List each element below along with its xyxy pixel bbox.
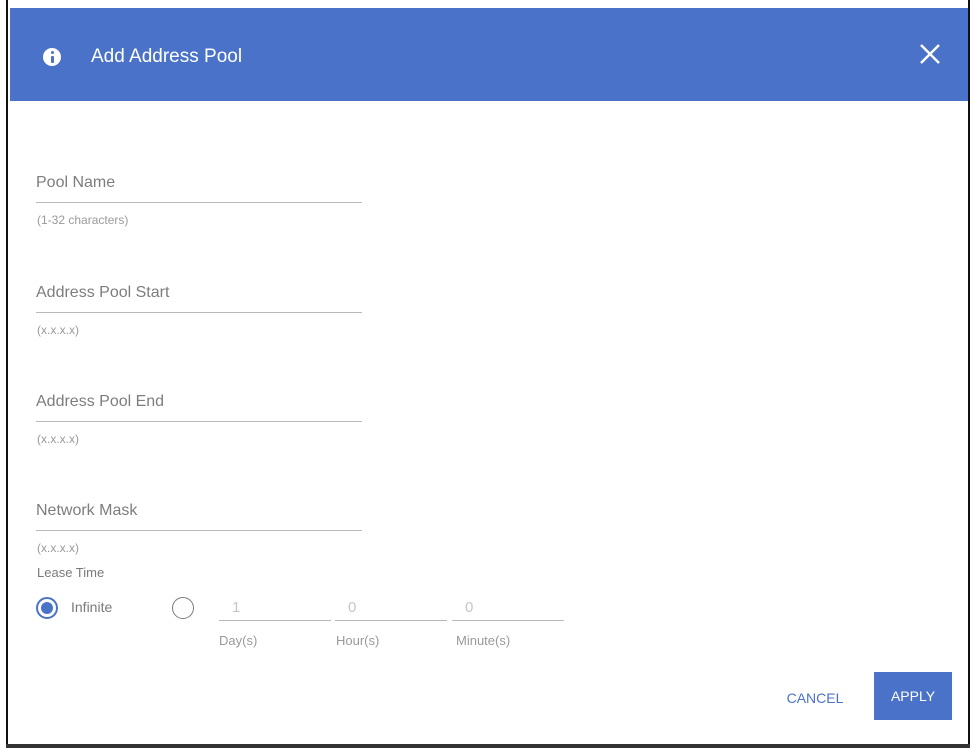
pool-name-hint: (1-32 characters) bbox=[37, 213, 129, 227]
lease-hours-input[interactable]: 0 bbox=[335, 596, 447, 621]
lease-minutes-value: 0 bbox=[465, 599, 474, 616]
network-mask-underline bbox=[36, 530, 362, 531]
pool-name-label: Pool Name bbox=[36, 174, 116, 191]
cancel-button[interactable]: CANCEL bbox=[775, 680, 855, 716]
address-pool-end-underline bbox=[36, 421, 362, 422]
lease-days-unit: Day(s) bbox=[219, 633, 258, 648]
network-mask-hint: (x.x.x.x) bbox=[37, 541, 79, 555]
lease-custom-radio[interactable] bbox=[172, 597, 194, 619]
dialog-title: Add Address Pool bbox=[91, 46, 243, 67]
address-pool-end-hint: (x.x.x.x) bbox=[37, 432, 79, 446]
dialog-header: Add Address Pool bbox=[10, 8, 968, 101]
address-pool-start-hint: (x.x.x.x) bbox=[37, 323, 79, 337]
lease-minutes-input[interactable]: 0 bbox=[452, 596, 564, 621]
lease-hours-unit: Hour(s) bbox=[336, 633, 380, 648]
window-frame-right bbox=[968, 0, 970, 748]
lease-days-input[interactable]: 1 bbox=[219, 596, 331, 621]
apply-button[interactable]: APPLY bbox=[874, 672, 952, 720]
window-frame-left bbox=[6, 0, 8, 748]
lease-infinite-radio[interactable] bbox=[36, 597, 58, 619]
lease-minutes-unit: Minute(s) bbox=[456, 633, 511, 648]
add-address-pool-dialog: Add Address Pool Pool Name (1-32 charact… bbox=[10, 8, 968, 744]
address-pool-end-label: Address Pool End bbox=[36, 393, 165, 410]
network-mask-label: Network Mask bbox=[36, 502, 138, 519]
lease-infinite-label: Infinite bbox=[71, 599, 113, 615]
close-icon[interactable] bbox=[916, 40, 944, 68]
lease-days-value: 1 bbox=[232, 599, 241, 616]
lease-time-label: Lease Time bbox=[37, 565, 105, 580]
pool-name-underline bbox=[36, 202, 362, 203]
info-icon bbox=[43, 48, 61, 66]
lease-hours-value: 0 bbox=[348, 599, 357, 616]
address-pool-start-label: Address Pool Start bbox=[36, 284, 170, 301]
address-pool-start-underline bbox=[36, 312, 362, 313]
window-frame-bottom bbox=[6, 744, 970, 748]
